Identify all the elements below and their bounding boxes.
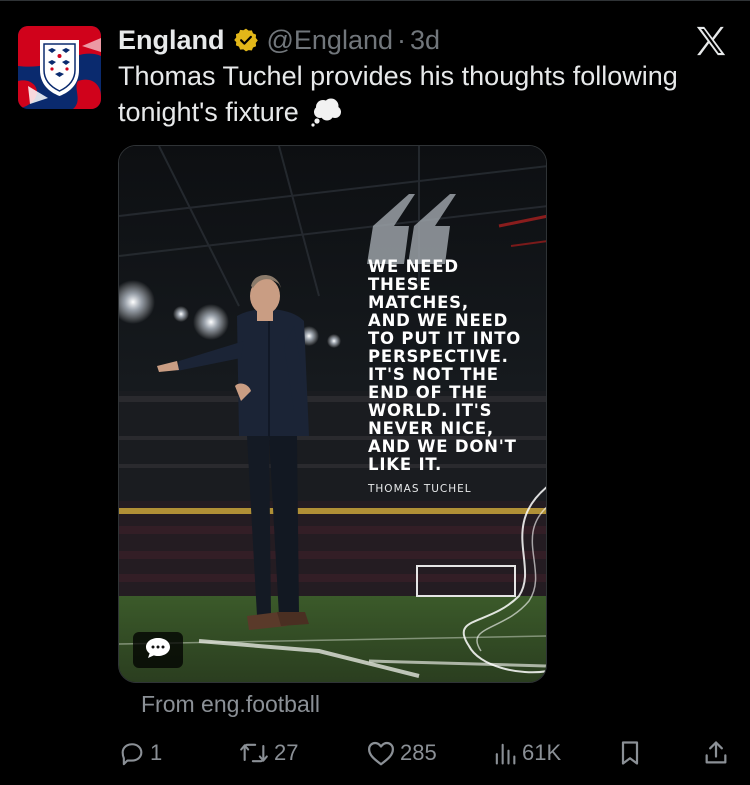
verified-badge-icon[interactable] [233,27,259,53]
like-button[interactable]: 285 [366,736,437,770]
repost-count: 27 [274,740,299,765]
tweet-text-content: Thomas Tuchel provides his thoughts foll… [118,61,678,127]
separator-dot: · [397,24,406,55]
handle[interactable]: @England [267,25,394,56]
bookmark-button[interactable] [617,736,643,770]
x-logo-icon[interactable] [694,24,728,58]
display-name[interactable]: England [118,25,225,56]
england-crest-logo [18,26,101,109]
reply-count: 1 [150,740,163,765]
tweet-header: England @England · 3d [118,22,690,58]
reply-button[interactable]: 1 [118,736,162,770]
timestamp[interactable]: 3d [410,25,440,56]
like-count: 285 [400,740,437,765]
thought-balloon-icon [310,97,344,127]
repost-icon [238,739,270,767]
tweet-text: Thomas Tuchel provides his thoughts foll… [118,58,733,130]
link-source[interactable]: From eng.football [141,691,320,718]
bookmark-icon [617,739,643,767]
avatar[interactable] [18,26,101,109]
tweet-media-image[interactable]: WE NEED THESE MATCHES, AND WE NEED TO PU… [118,145,547,683]
heart-icon [366,739,396,767]
reply-icon [118,739,146,767]
speech-bubble-icon [144,636,172,665]
quote-author: THOMAS TUCHEL [368,483,472,495]
share-icon [702,739,730,767]
views-chart-icon [492,739,518,767]
divider [0,0,750,1]
views-button[interactable]: 61K [492,736,561,770]
views-count: 61K [522,740,562,765]
alt-text-button[interactable] [133,632,183,668]
quote-text: WE NEED THESE MATCHES, AND WE NEED TO PU… [368,257,522,474]
share-button[interactable] [702,736,730,770]
repost-button[interactable]: 27 [238,736,298,770]
